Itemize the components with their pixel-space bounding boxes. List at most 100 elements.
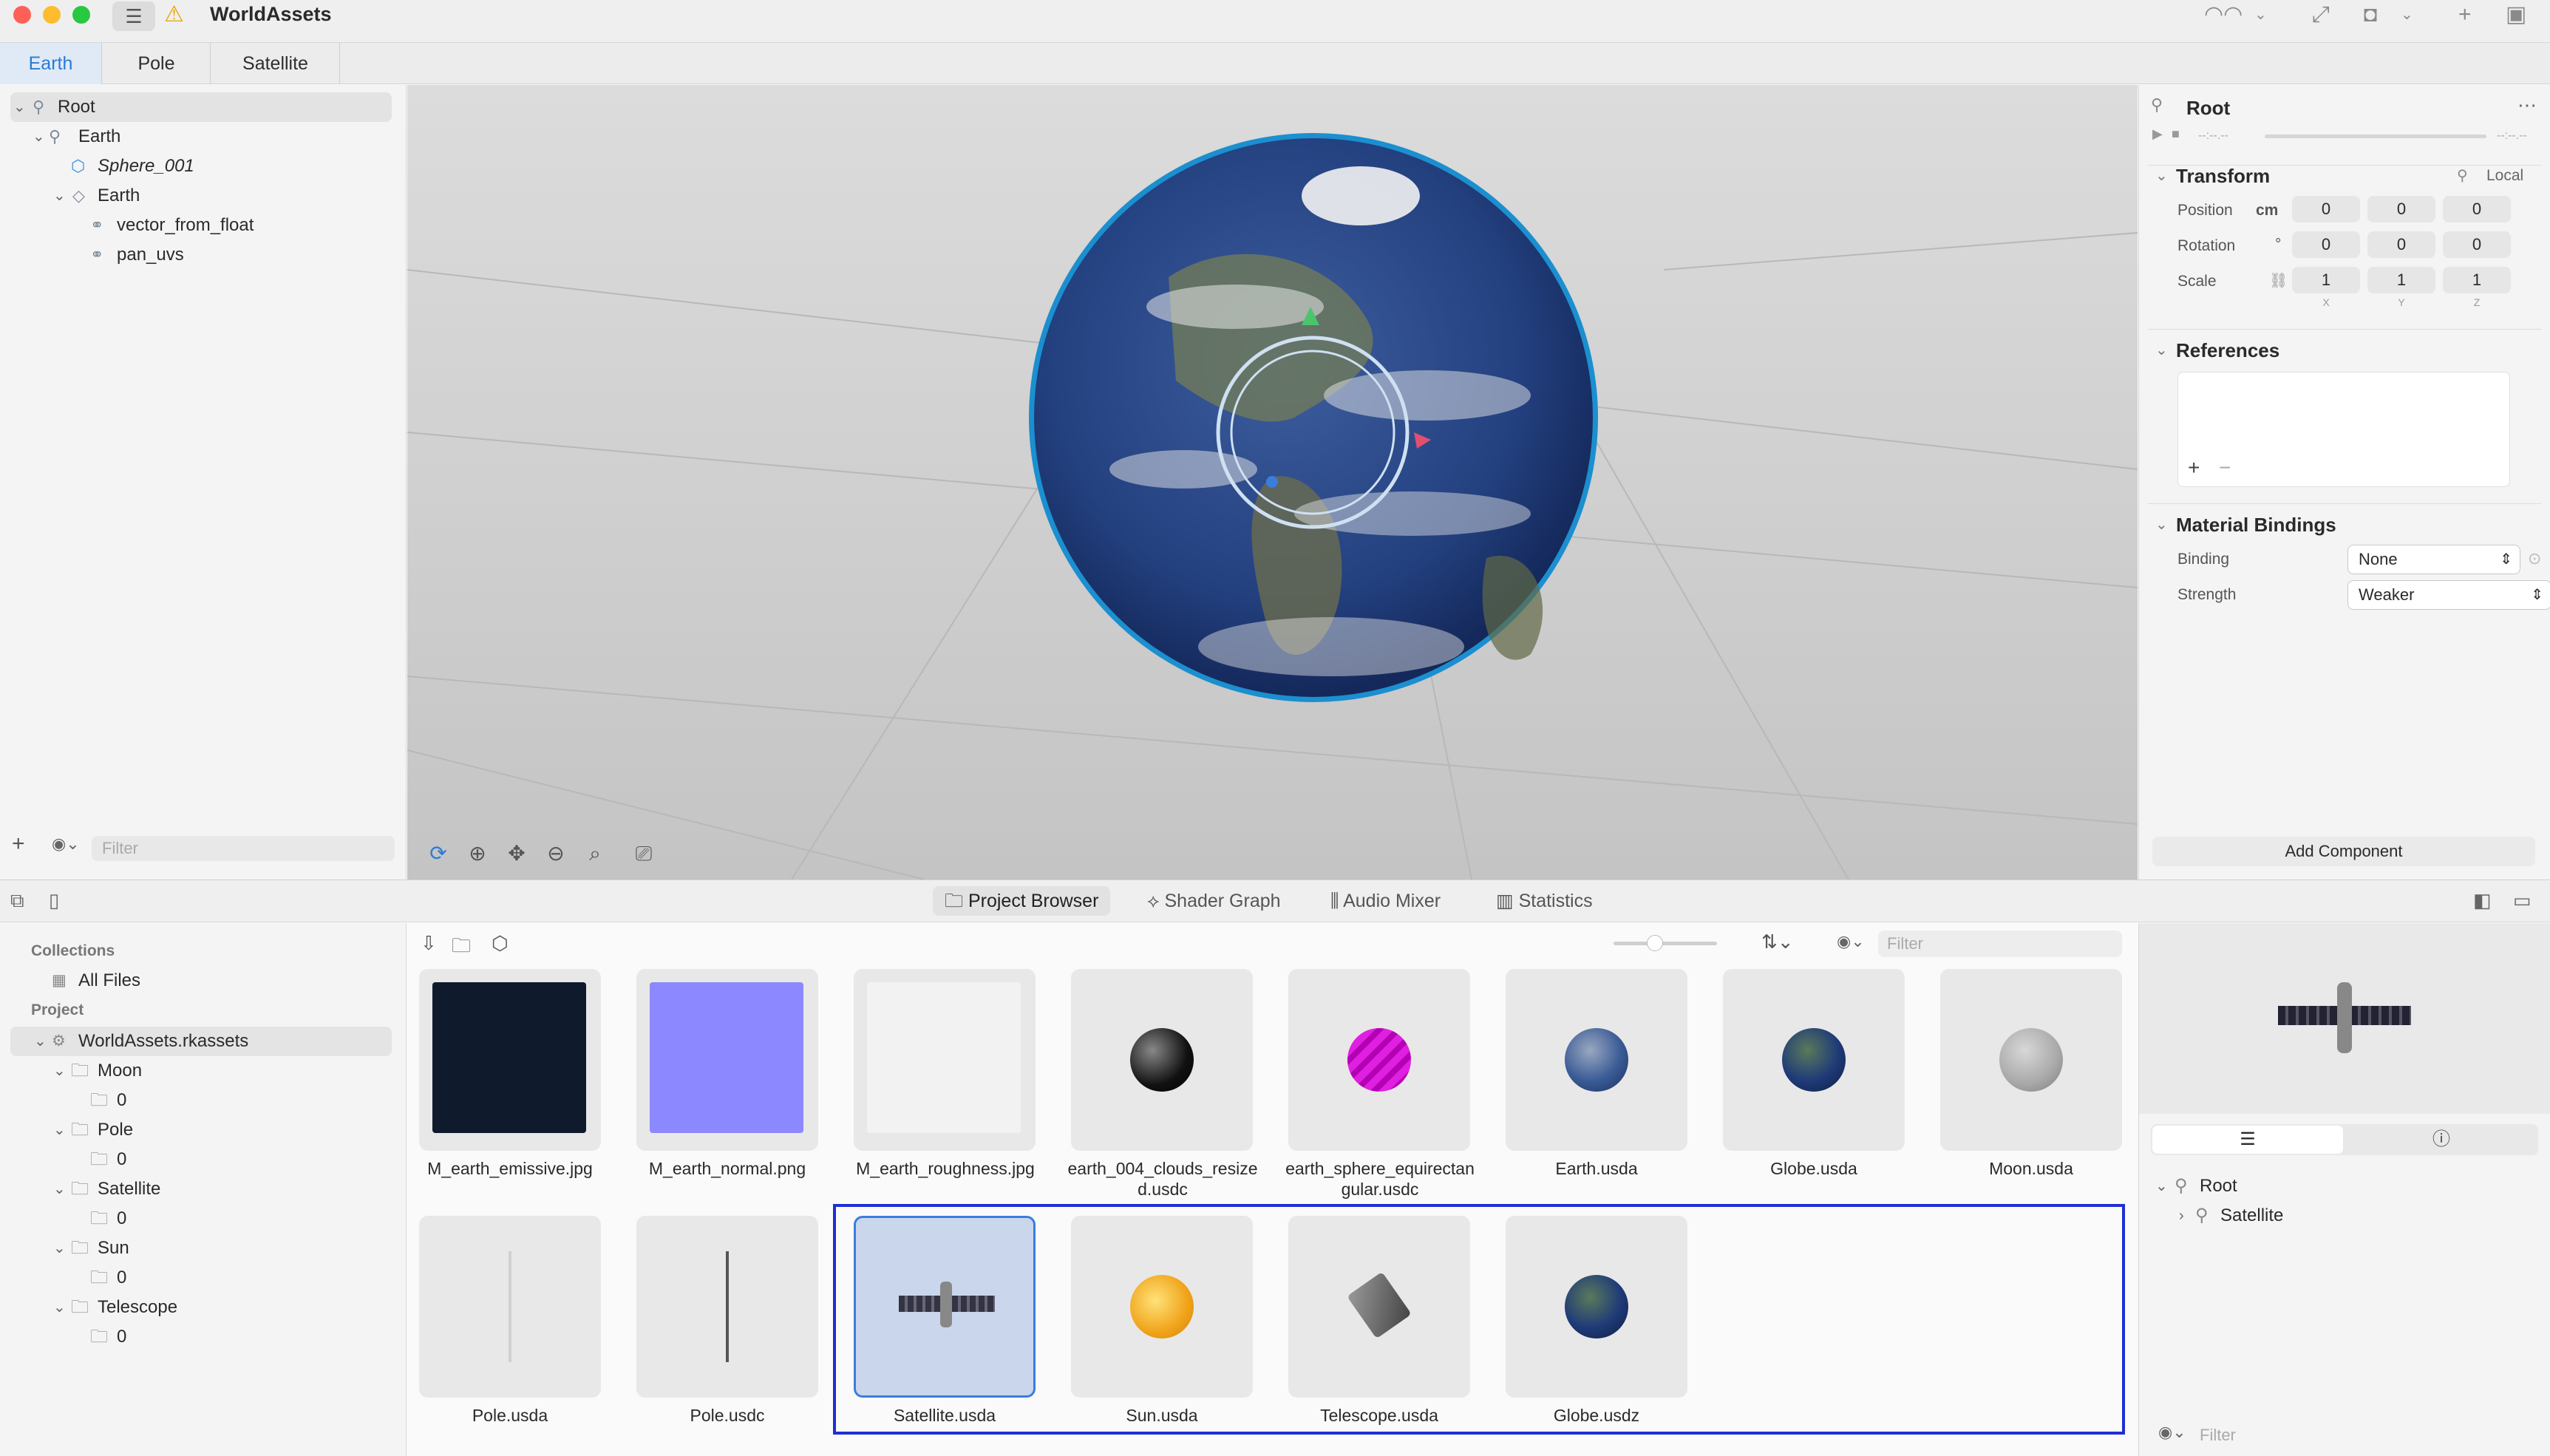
rotation-y-field[interactable]: 0 <box>2367 231 2435 258</box>
folder-child[interactable]: 0 <box>117 1086 126 1115</box>
stop-icon[interactable]: ■ <box>2172 126 2180 142</box>
disclosure-open-icon[interactable]: ⌄ <box>53 181 66 211</box>
sidebar-toggle-icon[interactable]: ▯ <box>49 889 59 912</box>
headset-icon[interactable]: ◠◠ <box>2204 0 2243 30</box>
disclosure-open-icon[interactable]: ⌄ <box>2155 1171 2168 1201</box>
import-icon[interactable]: ⇩ <box>421 932 437 955</box>
position-z-field[interactable]: 0 <box>2443 196 2511 222</box>
move-tool-icon[interactable]: ✥ <box>502 839 531 868</box>
sort-icon[interactable]: ⇅⌄ <box>1761 931 1794 953</box>
panel-toggle-icon[interactable]: ▭ <box>2513 889 2532 912</box>
filter-options-icon[interactable]: ◉⌄ <box>1837 932 1865 951</box>
binding-select[interactable]: None ⇕ <box>2347 545 2520 574</box>
tab-pole[interactable]: Pole <box>103 43 211 84</box>
disclosure-open-icon[interactable]: ⌄ <box>13 92 26 122</box>
timeline-scrubber[interactable] <box>2265 135 2486 138</box>
more-options-icon[interactable]: ⋯ <box>2517 94 2537 117</box>
inspector-toggle-icon[interactable]: ▣ <box>2506 0 2526 30</box>
disclosure-open-icon[interactable]: ⌄ <box>2155 166 2168 185</box>
inspector-toggle-icon[interactable]: ◧ <box>2473 889 2492 912</box>
preview-filter-input[interactable]: Filter <box>2200 1423 2540 1448</box>
outliner-item-earth-material[interactable]: ⌄ ◇ Earth <box>0 181 407 211</box>
sidebar-list-icon[interactable]: ☰ <box>112 1 155 31</box>
preview-tree-root[interactable]: Root <box>2200 1171 2237 1201</box>
info-icon[interactable]: ⓘ <box>2346 1126 2537 1154</box>
tab-satellite[interactable]: Satellite <box>211 43 340 84</box>
outliner-filter-input[interactable]: Filter <box>92 836 395 861</box>
disclosure-open-icon[interactable]: ⌄ <box>33 122 45 152</box>
filter-options-icon[interactable]: ◉⌄ <box>2158 1423 2186 1442</box>
zoom-window-button[interactable] <box>72 6 90 24</box>
rotation-z-field[interactable]: 0 <box>2443 231 2511 258</box>
file-thumbnail[interactable] <box>854 969 1036 1151</box>
camera-icon[interactable]: ◘ <box>2364 0 2377 30</box>
file-thumbnail[interactable] <box>1506 969 1687 1151</box>
position-x-field[interactable]: 0 <box>2292 196 2360 222</box>
file-thumbnail[interactable] <box>1723 969 1905 1151</box>
viewport-canvas[interactable] <box>407 85 2138 880</box>
tab-statistics[interactable]: ▥ Statistics <box>1484 886 1605 916</box>
folder-sun[interactable]: Sun <box>98 1234 129 1263</box>
outliner-item-sphere[interactable]: ⬡ Sphere_001 <box>0 152 407 181</box>
disclosure-closed-icon[interactable]: › <box>2179 1201 2184 1231</box>
warning-icon[interactable]: ⚠ <box>164 0 184 30</box>
hierarchy-view-icon[interactable]: ☰ <box>2152 1126 2343 1154</box>
file-thumbnail[interactable] <box>636 969 818 1151</box>
chevron-down-icon[interactable]: ⌄ <box>2254 0 2267 30</box>
outliner-item-pan-uvs[interactable]: ⚭ pan_uvs <box>0 240 407 270</box>
rotation-x-field[interactable]: 0 <box>2292 231 2360 258</box>
minimize-window-button[interactable] <box>43 6 61 24</box>
disclosure-open-icon[interactable]: ⌄ <box>53 1115 66 1145</box>
folder-moon[interactable]: Moon <box>98 1056 142 1086</box>
select-tool-icon[interactable]: ⊕ <box>463 839 492 868</box>
camera-view-icon[interactable]: ⎚ <box>629 839 659 868</box>
filter-options-icon[interactable]: ◉⌄ <box>52 834 80 854</box>
binding-action-icon[interactable]: ⊙ <box>2528 549 2541 568</box>
thumbnail-size-slider[interactable] <box>1614 935 1717 951</box>
disclosure-open-icon[interactable]: ⌄ <box>34 1027 47 1056</box>
orbit-tool-icon[interactable]: ⊖ <box>541 839 571 868</box>
folder-child[interactable]: 0 <box>117 1263 126 1293</box>
rotate-tool-icon[interactable]: ⟳ <box>424 839 453 868</box>
disclosure-open-icon[interactable]: ⌄ <box>53 1056 66 1086</box>
folder-child[interactable]: 0 <box>117 1204 126 1234</box>
outliner-item-root[interactable]: ⌄ ⚲ Root <box>10 92 392 122</box>
file-thumbnail[interactable] <box>1071 969 1253 1151</box>
scale-z-field[interactable]: 1 <box>2443 267 2511 293</box>
disclosure-open-icon[interactable]: ⌄ <box>2155 515 2168 534</box>
disclosure-open-icon[interactable]: ⌄ <box>53 1174 66 1204</box>
outliner-item-earth[interactable]: ⌄ ⚲ Earth <box>0 122 407 152</box>
folder-child[interactable]: 0 <box>117 1322 126 1352</box>
layout-icon[interactable]: ⧉ <box>10 889 24 913</box>
file-thumbnail[interactable] <box>1071 1216 1253 1398</box>
close-window-button[interactable] <box>13 6 31 24</box>
disclosure-open-icon[interactable]: ⌄ <box>53 1234 66 1263</box>
folder-child[interactable]: 0 <box>117 1145 126 1174</box>
remove-reference-icon[interactable]: − <box>2219 456 2231 480</box>
play-icon[interactable]: ▶ <box>2152 126 2163 142</box>
folder-satellite[interactable]: Satellite <box>98 1174 160 1204</box>
local-space-icon[interactable]: ⚲ <box>2457 166 2468 185</box>
space-mode-label[interactable]: Local <box>2486 167 2523 185</box>
file-thumbnail[interactable] <box>419 1216 601 1398</box>
outliner-item-vector[interactable]: ⚭ vector_from_float <box>0 211 407 240</box>
add-icon[interactable]: + <box>2458 0 2472 30</box>
all-files-item[interactable]: All Files <box>78 966 140 996</box>
slider-knob[interactable] <box>1647 935 1663 951</box>
tab-audio-mixer[interactable]: ⫼ Audio Mixer <box>1319 886 1452 916</box>
file-thumbnail[interactable] <box>1506 1216 1687 1398</box>
disclosure-open-icon[interactable]: ⌄ <box>2155 341 2168 359</box>
folder-pole[interactable]: Pole <box>98 1115 133 1145</box>
folder-telescope[interactable]: Telescope <box>98 1293 177 1322</box>
preview-tree-satellite[interactable]: Satellite <box>2220 1201 2283 1231</box>
earth-globe[interactable] <box>1029 133 1598 702</box>
disclosure-open-icon[interactable]: ⌄ <box>53 1293 66 1322</box>
file-thumbnail[interactable] <box>419 969 601 1151</box>
browser-filter-input[interactable]: Filter <box>1878 931 2122 957</box>
transform-tool-icon[interactable]: ⤢ <box>2312 0 2330 30</box>
position-y-field[interactable]: 0 <box>2367 196 2435 222</box>
3d-viewport[interactable]: ⟳ ⊕ ✥ ⊖ ⌕ ⎚ <box>407 85 2138 880</box>
link-icon[interactable]: ⛓ <box>2269 271 2288 290</box>
file-thumbnail[interactable] <box>1288 969 1470 1151</box>
tab-shader-graph[interactable]: ⟡ Shader Graph <box>1135 886 1293 916</box>
